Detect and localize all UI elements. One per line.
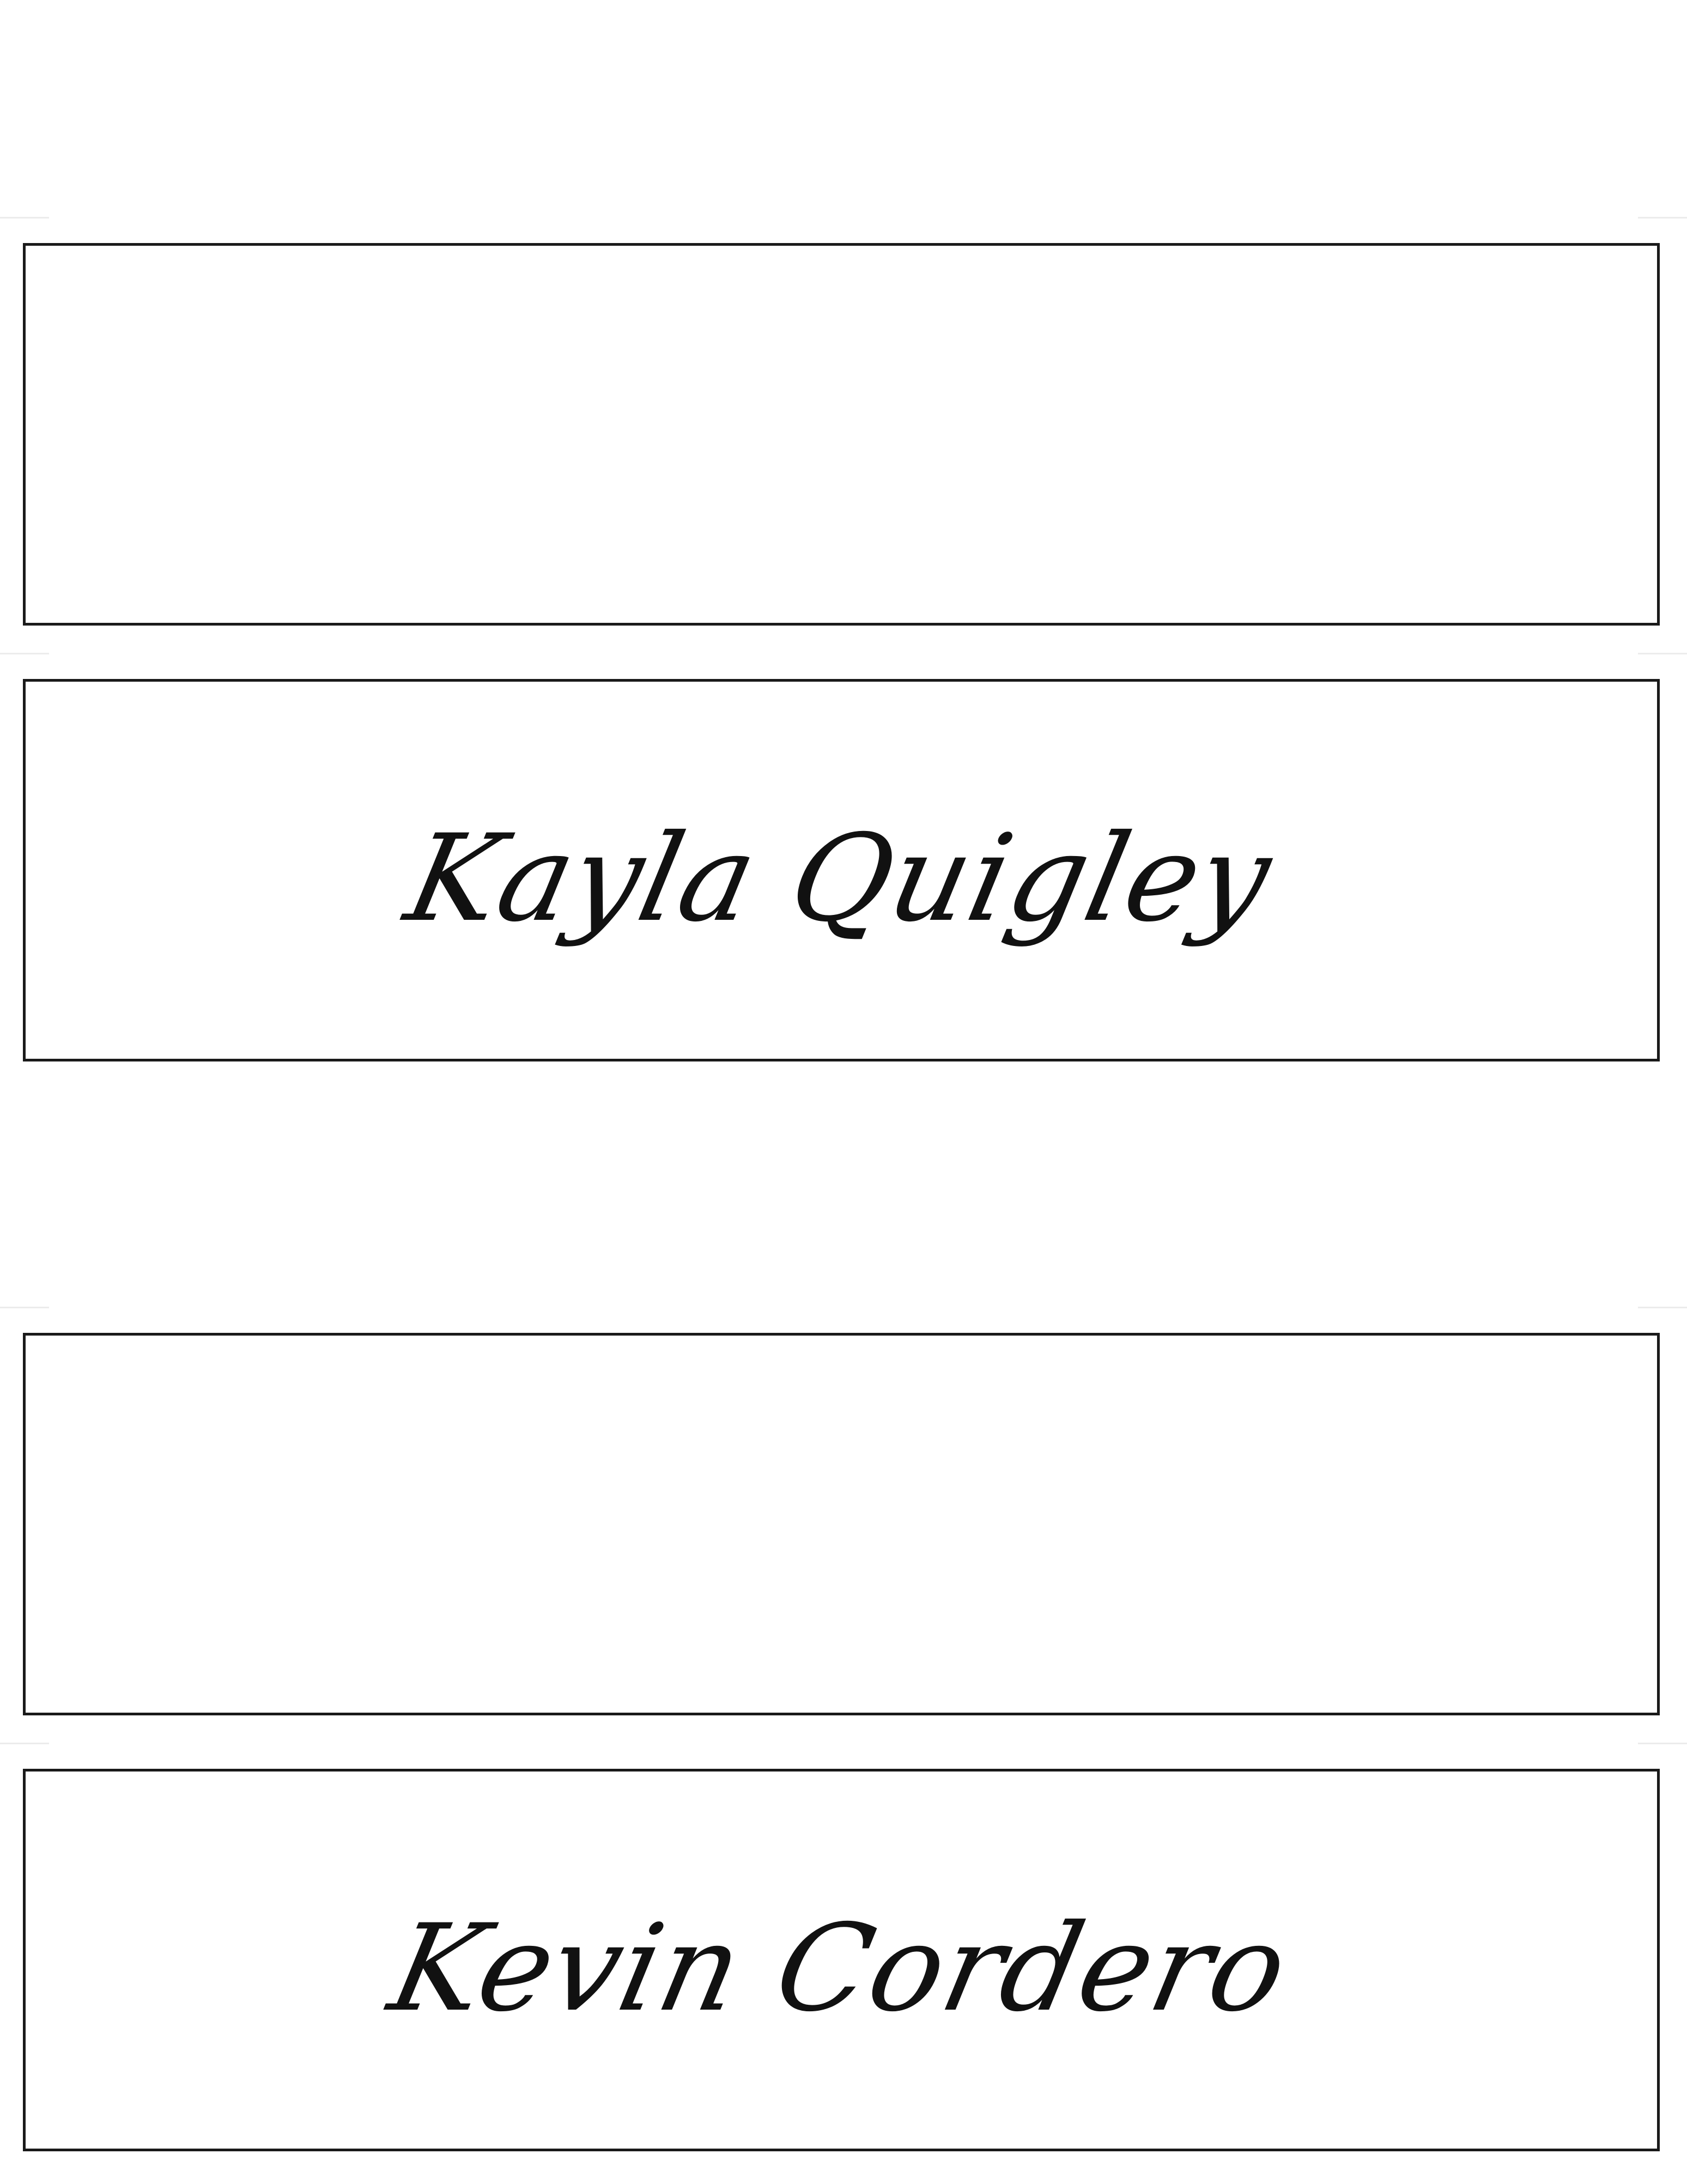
place-card-front-panel: Kayla Quigley	[23, 679, 1660, 1061]
cut-guide-mark	[1638, 653, 1687, 654]
place-card-name: Kayla Quigley	[395, 809, 1284, 948]
place-card-front-panel: Kevin Cordero	[23, 1769, 1660, 2151]
place-card-name: Kevin Cordero	[379, 1898, 1300, 2038]
cut-guide-mark	[0, 1307, 49, 1308]
place-card-back-panel	[23, 1333, 1660, 1715]
place-card-back-panel	[23, 243, 1660, 626]
cut-guide-mark	[1638, 1307, 1687, 1308]
cut-guide-mark	[0, 653, 49, 654]
cut-guide-mark	[1638, 217, 1687, 219]
cut-guide-mark	[1638, 1743, 1687, 1744]
cut-guide-mark	[0, 1743, 49, 1744]
place-card-sheet: Kayla Quigley Kevin Cordero	[0, 0, 1687, 2184]
cut-guide-mark	[0, 217, 49, 219]
